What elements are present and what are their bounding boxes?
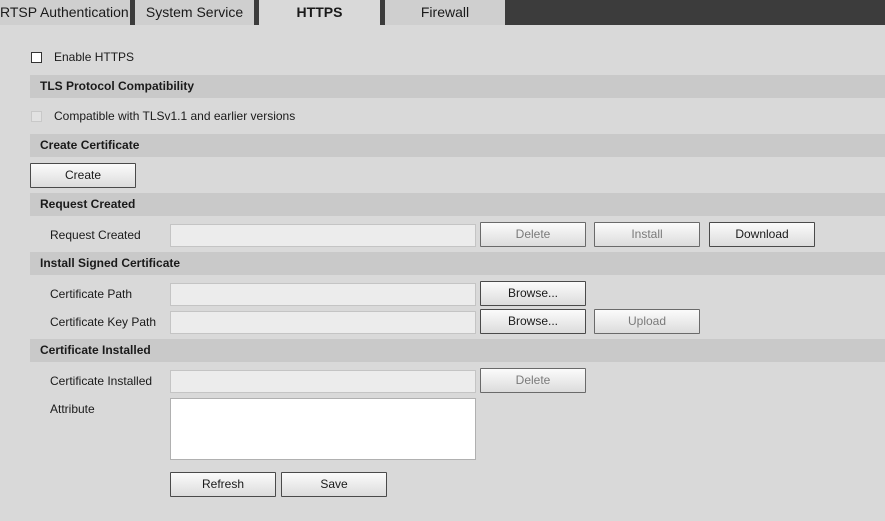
create-button[interactable]: Create	[30, 163, 136, 188]
certificate-installed-label: Certificate Installed	[50, 374, 153, 388]
section-certificate-installed: Certificate Installed	[30, 339, 885, 362]
tab-firewall[interactable]: Firewall	[385, 0, 505, 25]
upload-button[interactable]: Upload	[594, 309, 700, 334]
install-button[interactable]: Install	[594, 222, 700, 247]
download-button[interactable]: Download	[709, 222, 815, 247]
tab-https[interactable]: HTTPS	[259, 0, 380, 25]
section-request-created: Request Created	[30, 193, 885, 216]
certificate-path-field[interactable]	[170, 283, 476, 306]
certificate-path-browse-button[interactable]: Browse...	[480, 281, 586, 306]
tab-rtsp-authentication[interactable]: RTSP Authentication	[0, 0, 130, 25]
refresh-button[interactable]: Refresh	[170, 472, 276, 497]
request-created-label: Request Created	[50, 228, 141, 242]
certificate-installed-field	[170, 370, 476, 393]
certificate-key-path-field[interactable]	[170, 311, 476, 334]
tab-system-service[interactable]: System Service	[135, 0, 254, 25]
certificate-key-path-label: Certificate Key Path	[50, 315, 157, 329]
section-tls-protocol-compatibility: TLS Protocol Compatibility	[30, 75, 885, 98]
request-created-field	[170, 224, 476, 247]
save-button[interactable]: Save	[281, 472, 387, 497]
enable-https-checkbox[interactable]	[31, 52, 42, 63]
tls-compat-checkbox[interactable]	[31, 111, 42, 122]
enable-https-label: Enable HTTPS	[54, 50, 135, 64]
tab-bar: RTSP Authentication System Service HTTPS…	[0, 0, 885, 25]
attribute-textarea[interactable]	[170, 398, 476, 460]
installed-delete-button[interactable]: Delete	[480, 368, 586, 393]
attribute-label: Attribute	[50, 402, 95, 416]
certificate-path-label: Certificate Path	[50, 287, 133, 301]
certificate-key-path-browse-button[interactable]: Browse...	[480, 309, 586, 334]
section-install-signed-certificate: Install Signed Certificate	[30, 252, 885, 275]
request-delete-button[interactable]: Delete	[480, 222, 586, 247]
section-create-certificate: Create Certificate	[30, 134, 885, 157]
tls-compat-label: Compatible with TLSv1.1 and earlier vers…	[54, 109, 296, 123]
